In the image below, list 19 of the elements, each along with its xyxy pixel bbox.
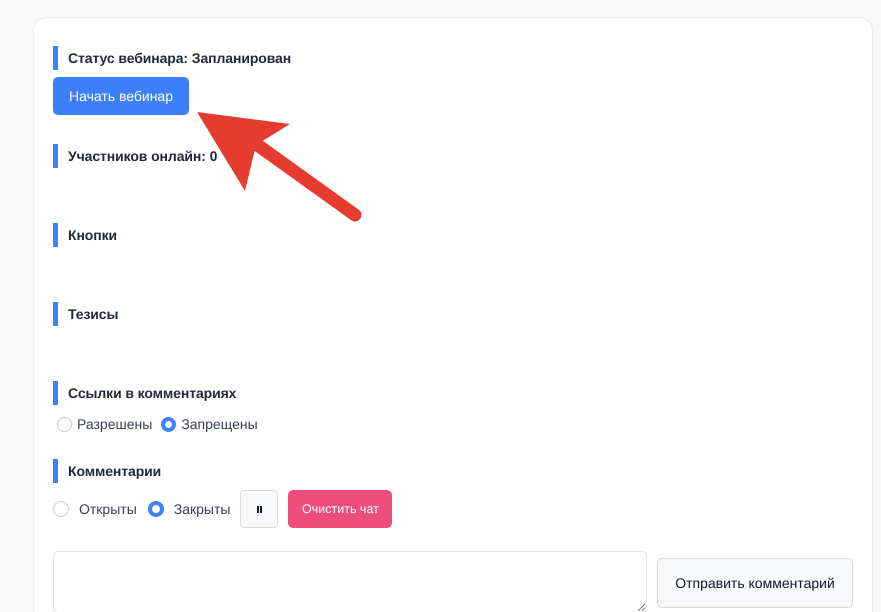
section-heading: Комментарии xyxy=(53,459,162,483)
section-heading: Ссылки в комментариях xyxy=(53,381,236,405)
radio-button[interactable] xyxy=(148,501,164,517)
radio-label[interactable]: Запрещены xyxy=(181,417,258,431)
radio-label[interactable]: Закрыты xyxy=(174,502,230,516)
comment-field[interactable] xyxy=(53,551,647,612)
pause-button[interactable] xyxy=(240,490,278,528)
section-heading: Тезисы xyxy=(53,302,118,326)
start-webinar-button[interactable]: Начать вебинар xyxy=(53,77,189,115)
section-heading: Кнопки xyxy=(53,223,118,247)
radio-button[interactable] xyxy=(53,501,69,517)
radio-button[interactable] xyxy=(161,416,176,432)
section-heading: Статус вебинара: Запланирован xyxy=(53,46,292,70)
radio-button[interactable] xyxy=(57,416,72,432)
radio-label[interactable]: Открыты xyxy=(79,502,137,516)
send-comment-button[interactable]: Отправить комментарий xyxy=(657,558,853,608)
pause-icon xyxy=(256,506,262,512)
radio-label[interactable]: Разрешены xyxy=(77,417,152,431)
clear-chat-button[interactable]: Очистить чат xyxy=(288,490,392,528)
